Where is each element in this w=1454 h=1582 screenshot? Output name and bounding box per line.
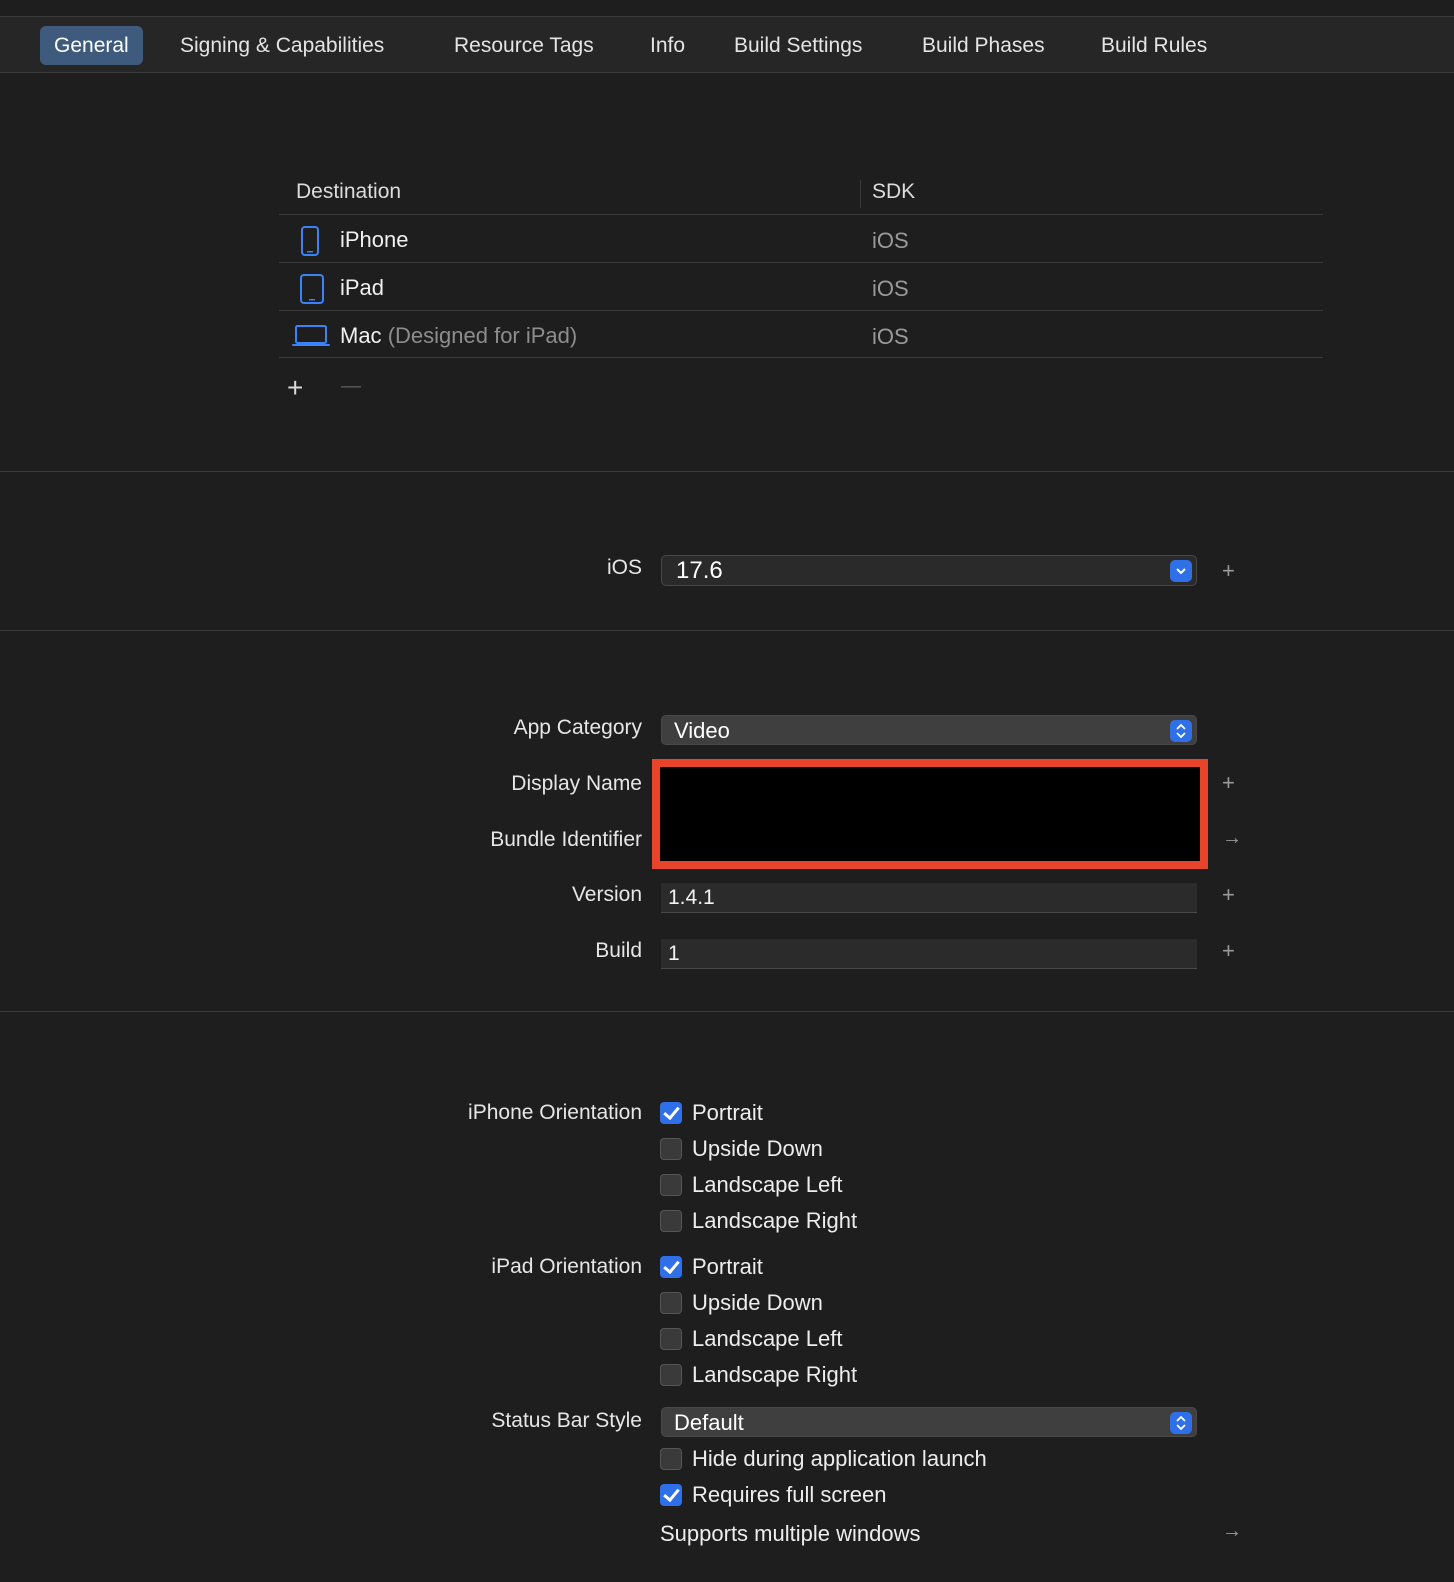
tab-build-settings[interactable]: Build Settings	[720, 26, 876, 65]
table-row[interactable]	[291, 324, 331, 353]
add-build-icon[interactable]: +	[1222, 938, 1235, 964]
checkbox-label: Upside Down	[692, 1136, 823, 1161]
section-divider	[0, 1011, 1454, 1012]
add-version-icon[interactable]: +	[1222, 882, 1235, 908]
version-label: Version	[571, 883, 642, 906]
row-divider	[279, 310, 1323, 311]
destination-name: Mac (Designed for iPad)	[340, 323, 577, 349]
add-display-name-icon[interactable]: +	[1222, 770, 1235, 796]
iphone-orientation-label: iPhone Orientation	[468, 1101, 642, 1124]
column-separator	[860, 180, 861, 208]
status-bar-style-value: Default	[674, 1410, 744, 1435]
iphone-portrait-checkbox[interactable]	[660, 1102, 682, 1124]
destination-name-mac: Mac	[340, 323, 382, 348]
status-bar-style-popup[interactable]: Default	[661, 1407, 1197, 1437]
row-divider	[279, 262, 1323, 263]
app-category-value: Video	[674, 718, 730, 743]
section-divider	[0, 471, 1454, 472]
iphone-upside-down-checkbox[interactable]	[660, 1138, 682, 1160]
tab-resource-tags[interactable]: Resource Tags	[440, 26, 608, 65]
table-row[interactable]	[299, 274, 325, 309]
requires-full-screen-checkbox[interactable]	[660, 1484, 682, 1506]
checkbox-label: Upside Down	[692, 1290, 823, 1315]
laptop-icon	[292, 325, 330, 346]
redacted-fields-box	[652, 759, 1208, 869]
ipad-upside-down-checkbox[interactable]	[660, 1292, 682, 1314]
table-row[interactable]	[300, 226, 320, 261]
add-destination-button[interactable]: +	[287, 372, 303, 404]
bundle-identifier-label: Bundle Identifier	[490, 828, 642, 851]
tab-build-rules[interactable]: Build Rules	[1087, 26, 1221, 65]
up-down-chevron-icon	[1170, 720, 1192, 742]
ios-version-combobox[interactable]: 17.6	[661, 555, 1197, 586]
column-header-sdk[interactable]: SDK	[872, 180, 915, 204]
tab-signing-capabilities[interactable]: Signing & Capabilities	[166, 26, 398, 65]
app-category-popup[interactable]: Video	[661, 715, 1197, 745]
column-header-destination[interactable]: Destination	[296, 180, 401, 204]
display-name-label: Display Name	[511, 772, 642, 795]
ipad-portrait-checkbox[interactable]	[660, 1256, 682, 1278]
ipad-icon	[300, 274, 324, 304]
arrow-right-icon[interactable]: →	[1222, 1520, 1242, 1543]
destination-subtitle: (Designed for iPad)	[387, 323, 578, 348]
iphone-icon	[301, 226, 319, 256]
tab-general[interactable]: General	[40, 26, 143, 65]
checkbox-label: Portrait	[692, 1254, 763, 1279]
section-divider	[0, 630, 1454, 631]
chevron-down-icon[interactable]	[1170, 560, 1192, 582]
tab-info[interactable]: Info	[636, 26, 699, 65]
destination-sdk: iOS	[872, 324, 909, 349]
ipad-landscape-left-checkbox[interactable]	[660, 1328, 682, 1350]
ipad-landscape-right-checkbox[interactable]	[660, 1364, 682, 1386]
checkbox-label: Landscape Left	[692, 1172, 843, 1197]
version-field[interactable]: 1.4.1	[661, 883, 1197, 913]
checkbox-label: Portrait	[692, 1100, 763, 1125]
destination-sdk: iOS	[872, 228, 909, 253]
add-deployment-target-icon[interactable]: +	[1222, 558, 1235, 584]
ios-version-value: 17.6	[676, 557, 723, 584]
remove-destination-button[interactable]: —	[341, 375, 361, 398]
row-divider	[279, 357, 1323, 358]
deployment-label: iOS	[606, 556, 642, 579]
version-value: 1.4.1	[668, 886, 715, 909]
destination-sdk: iOS	[872, 276, 909, 301]
checkbox-label: Landscape Left	[692, 1326, 843, 1351]
status-bar-style-label: Status Bar Style	[491, 1409, 642, 1432]
checkbox-label: Landscape Right	[692, 1362, 858, 1387]
destination-name: iPad	[340, 275, 385, 300]
hide-during-launch-checkbox[interactable]	[660, 1448, 682, 1470]
table-header-divider	[279, 214, 1323, 215]
supports-multiple-windows-label: Supports multiple windows	[660, 1521, 921, 1546]
tab-build-phases[interactable]: Build Phases	[908, 26, 1059, 65]
ipad-orientation-label: iPad Orientation	[491, 1255, 642, 1278]
checkbox-label: Requires full screen	[692, 1482, 887, 1507]
build-field[interactable]: 1	[661, 939, 1197, 969]
checkbox-label: Landscape Right	[692, 1208, 858, 1233]
build-label: Build	[595, 939, 642, 962]
checkbox-label: Hide during application launch	[692, 1446, 987, 1471]
arrow-right-icon[interactable]: →	[1222, 827, 1242, 850]
app-category-label: App Category	[513, 716, 642, 739]
build-value: 1	[668, 942, 680, 965]
iphone-landscape-left-checkbox[interactable]	[660, 1174, 682, 1196]
iphone-landscape-right-checkbox[interactable]	[660, 1210, 682, 1232]
destination-name: iPhone	[340, 227, 409, 252]
up-down-chevron-icon	[1170, 1412, 1192, 1434]
